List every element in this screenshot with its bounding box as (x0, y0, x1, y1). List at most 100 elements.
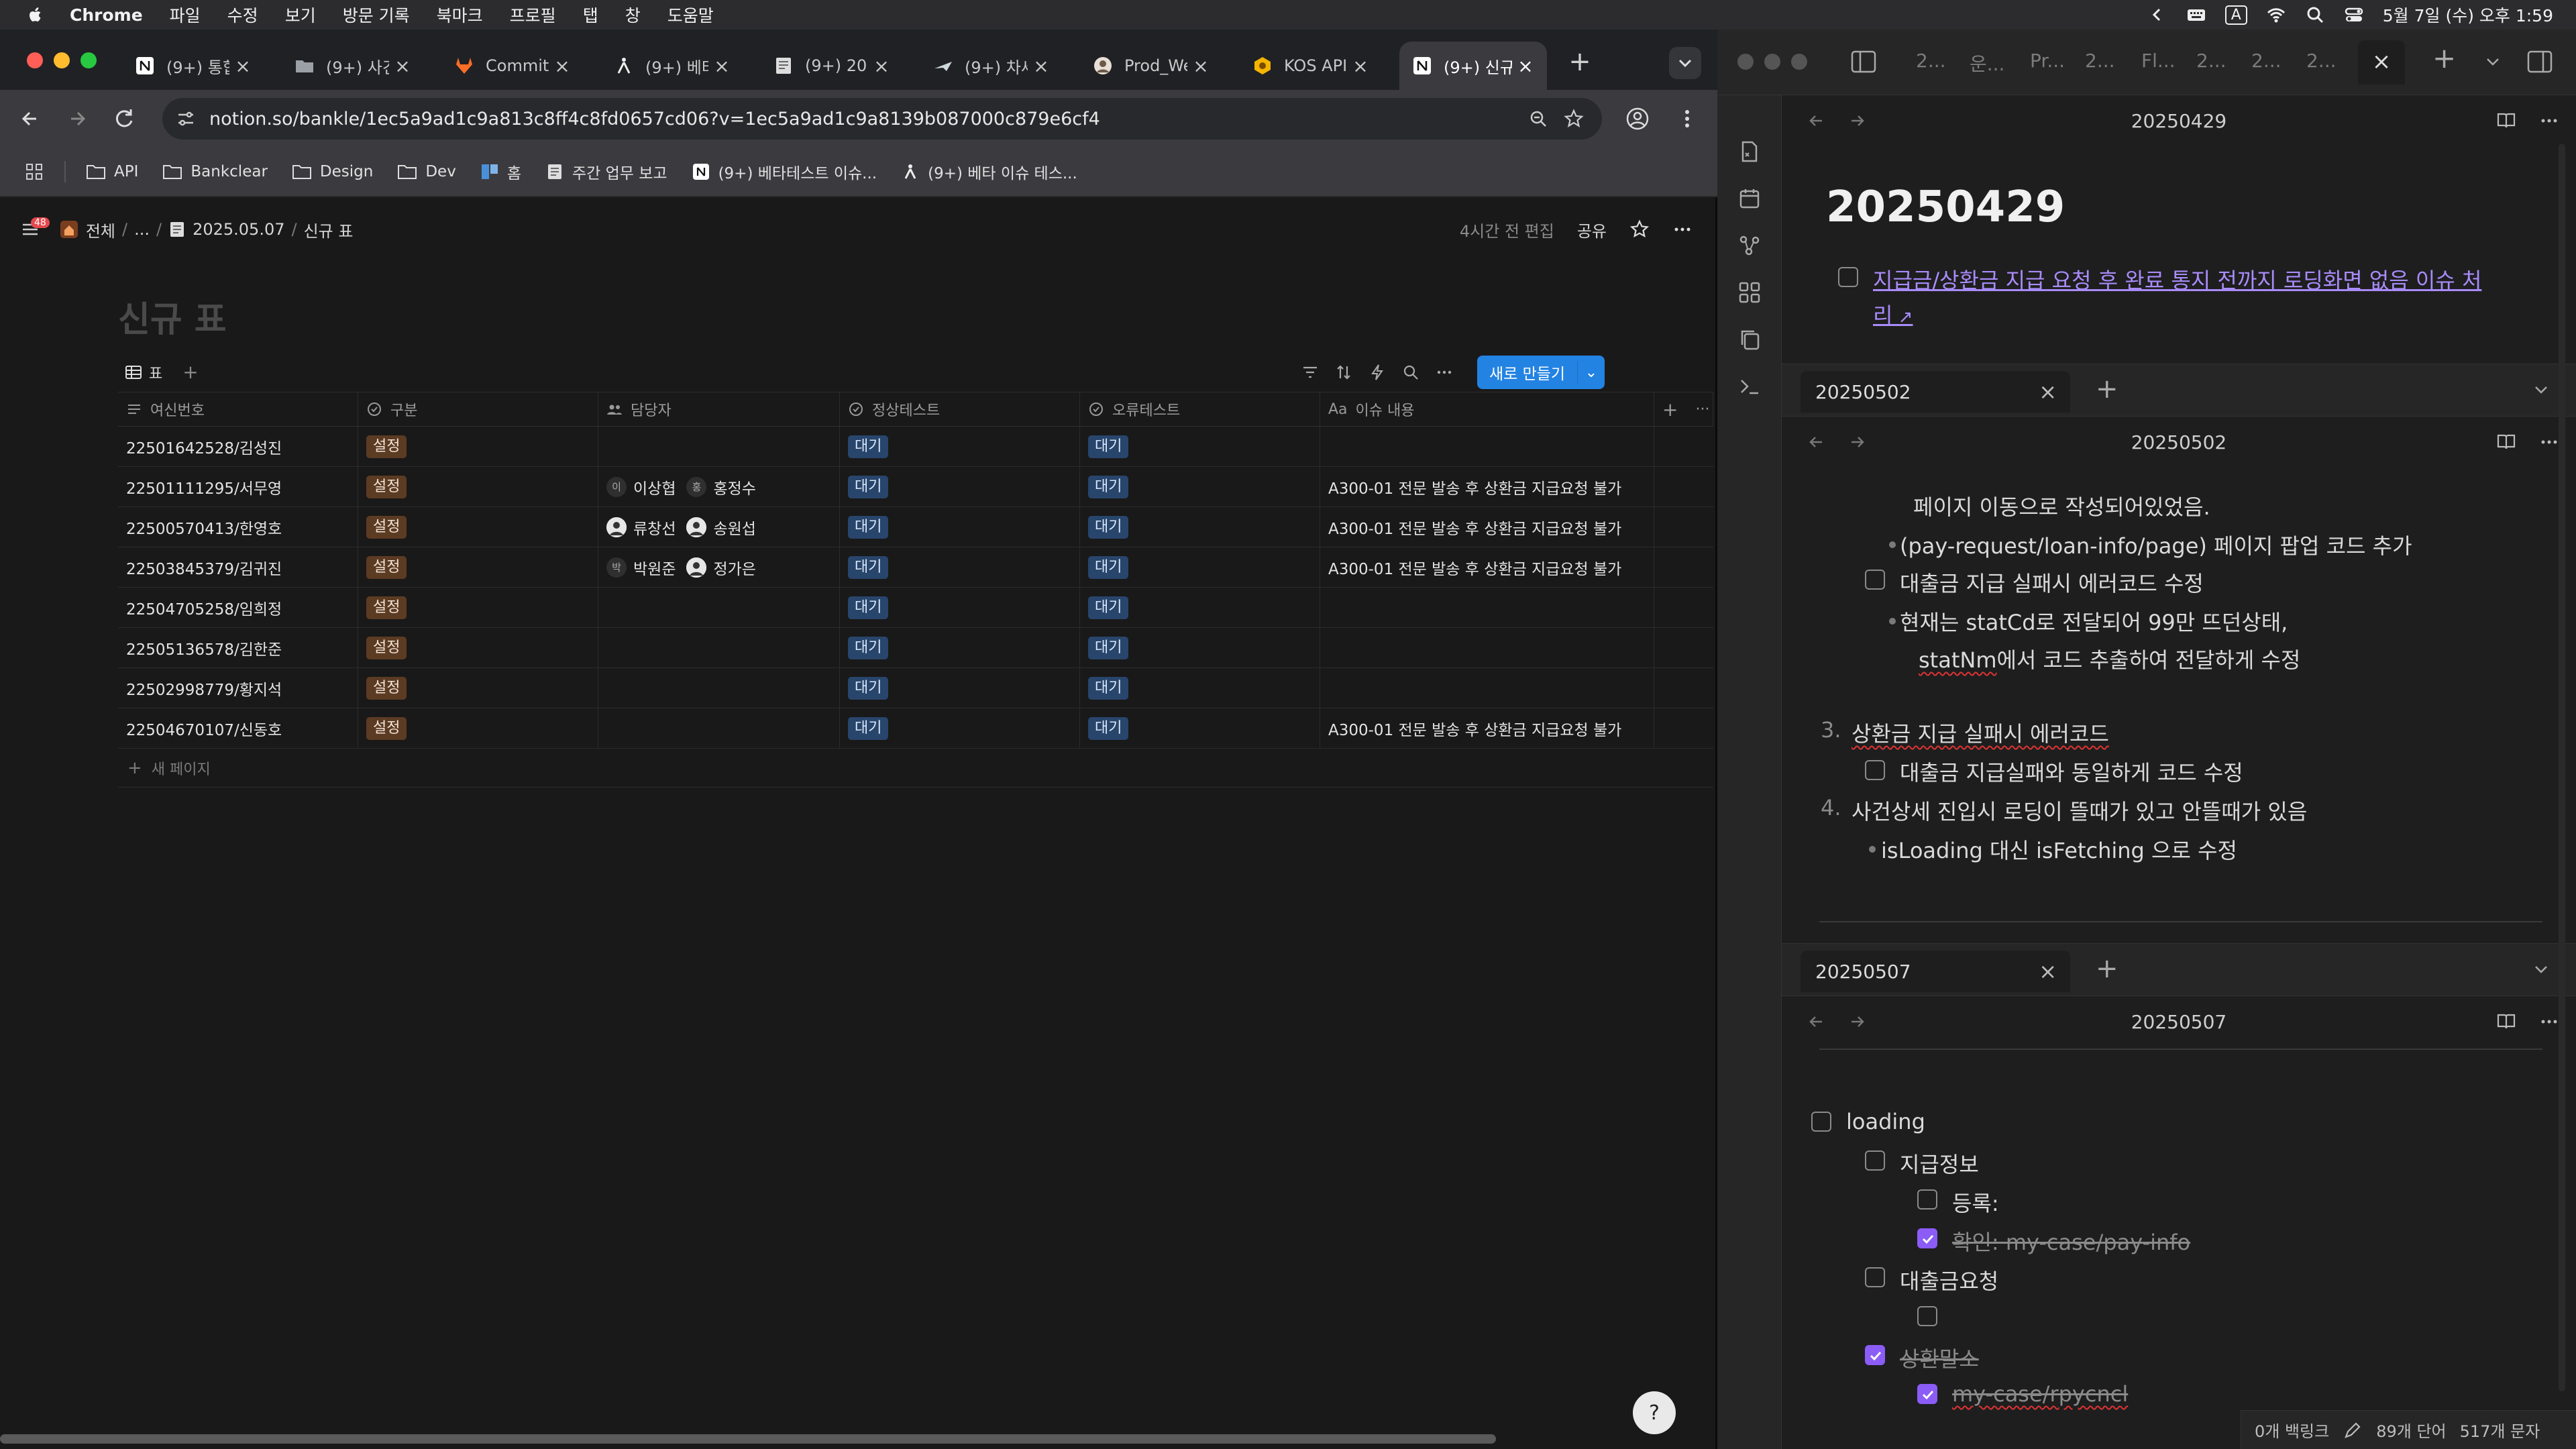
filter-icon[interactable] (1301, 364, 1319, 381)
cell-issue[interactable]: A300-01 전문 발송 후 상환금 지급요청 불가 (1320, 507, 1654, 547)
cell-assignees[interactable] (598, 668, 840, 708)
menu-app-name[interactable]: Chrome (70, 5, 143, 25)
task-checkbox[interactable] (1811, 1112, 1831, 1132)
notes-tab[interactable]: Fl... (2141, 50, 2176, 72)
view-tab-table[interactable]: 표 (149, 362, 162, 383)
close-window-button[interactable] (27, 52, 43, 68)
close-tab-icon[interactable]: × (872, 55, 891, 77)
graph-view-icon[interactable] (1737, 233, 1762, 258)
more-horizontal-icon[interactable] (1672, 219, 1693, 239)
notes-tab[interactable]: 운... (1970, 50, 2004, 76)
calendar-icon[interactable] (1737, 186, 1762, 211)
favorite-star-icon[interactable] (1629, 219, 1650, 239)
task-checkbox-checked[interactable] (1917, 1228, 1937, 1248)
task-link[interactable]: 지급금/상환금 지급 요청 후 완료 통지 전까지 로딩화면 없음 이슈 처 리… (1873, 263, 2481, 335)
cell-loan-id[interactable]: 22503845379/김귀진 (118, 547, 358, 587)
reading-mode-book-icon[interactable] (2496, 1011, 2517, 1032)
menu-history[interactable]: 방문 기록 (343, 3, 410, 27)
cell-assignees[interactable]: 류창선 송원섭 (598, 507, 840, 547)
back-icon[interactable] (16, 105, 44, 133)
cell-issue[interactable] (1320, 668, 1654, 708)
minimize-window-button[interactable] (54, 52, 70, 68)
menu-window[interactable]: 창 (625, 3, 641, 27)
cell-issue[interactable] (1320, 628, 1654, 667)
close-tab-icon[interactable]: × (1032, 55, 1051, 77)
close-window-button[interactable] (1737, 54, 1754, 70)
cell-type[interactable]: 설정 (358, 588, 598, 627)
forward-icon[interactable] (63, 105, 91, 133)
search-icon[interactable] (1402, 364, 1419, 381)
cell-error-test[interactable]: 대기 (1080, 547, 1320, 587)
table-row[interactable]: 22504705258/임희정 설정 대기 대기 (118, 588, 1713, 628)
bookmark-beta-test-issues[interactable]: (9+) 베타테스트 이슈... (692, 160, 877, 183)
sidebar-toggle-icon[interactable] (1850, 50, 1877, 74)
menubar-datetime[interactable]: 5월 7일 (수) 오후 1:59 (2383, 3, 2553, 27)
new-tab-icon[interactable]: + (2096, 953, 2118, 984)
cell-error-test[interactable]: 대기 (1080, 427, 1320, 466)
menu-bookmarks[interactable]: 북마크 (437, 3, 483, 27)
more-horizontal-icon[interactable] (2538, 110, 2560, 131)
cell-type[interactable]: 설정 (358, 427, 598, 466)
backlinks-count[interactable]: 0개 백링크 (2255, 1418, 2329, 1442)
cell-error-test[interactable]: 대기 (1080, 507, 1320, 547)
browser-tab[interactable]: (9+) 차세 × (920, 42, 1063, 90)
profile-icon[interactable] (1623, 105, 1652, 133)
column-header[interactable]: Aa 이슈 내용 (1320, 392, 1654, 426)
menu-file[interactable]: 파일 (170, 3, 201, 27)
cell-loan-id[interactable]: 22502998779/황지석 (118, 668, 358, 708)
close-tab-icon[interactable]: × (2039, 959, 2057, 984)
cell-error-test[interactable]: 대기 (1080, 588, 1320, 627)
cell-type[interactable]: 설정 (358, 507, 598, 547)
cell-issue[interactable]: A300-01 전문 발송 후 상환금 지급요청 불가 (1320, 547, 1654, 587)
breadcrumb-current[interactable]: 신규 표 (304, 218, 354, 241)
task-checkbox[interactable] (1865, 1267, 1885, 1287)
vertical-scrollbar[interactable] (2559, 144, 2565, 1391)
table-row[interactable]: 22503845379/김귀진 설정 박 박원준 정가은 대기 대기 A300-01 전문 발… (118, 547, 1713, 588)
chevron-left-icon[interactable] (2147, 5, 2167, 25)
zoom-icon[interactable] (1528, 109, 1548, 129)
close-tab-icon[interactable]: × (1191, 55, 1210, 77)
cell-assignees[interactable] (598, 588, 840, 627)
cell-error-test[interactable]: 대기 (1080, 467, 1320, 506)
cell-normal-test[interactable]: 대기 (840, 467, 1080, 506)
new-tab-icon[interactable]: + (2432, 42, 2456, 74)
breadcrumb-ellipsis[interactable]: ... (134, 220, 150, 239)
cell-type[interactable]: 설정 (358, 467, 598, 506)
bookmark-beta-issue-test[interactable]: (9+) 베타 이슈 테스... (901, 160, 1077, 183)
cell-normal-test[interactable]: 대기 (840, 668, 1080, 708)
tab-search-button[interactable] (1669, 47, 1701, 79)
file-switcher-icon[interactable] (1737, 140, 1762, 164)
column-header[interactable]: 오류테스트 (1080, 392, 1320, 426)
reload-icon[interactable] (110, 105, 138, 133)
cell-assignees[interactable]: 박 박원준 정가은 (598, 547, 840, 587)
apple-icon[interactable] (25, 5, 46, 25)
bookmark-folder-api[interactable]: API (86, 163, 138, 180)
browser-tab[interactable]: Prod_We × (1080, 42, 1222, 90)
apps-grid-icon[interactable] (24, 162, 44, 182)
cell-normal-test[interactable]: 대기 (840, 507, 1080, 547)
chevron-down-icon[interactable] (2532, 380, 2551, 399)
cell-loan-id[interactable]: 22501642528/김성진 (118, 427, 358, 466)
chevron-down-icon[interactable] (2532, 960, 2551, 979)
right-sidebar-toggle-icon[interactable] (2526, 50, 2553, 74)
close-tab-icon[interactable]: × (712, 55, 731, 77)
cell-type[interactable]: 설정 (358, 708, 598, 748)
more-vert-icon[interactable] (1673, 105, 1701, 133)
cell-normal-test[interactable]: 대기 (840, 588, 1080, 627)
task-checkbox[interactable] (1865, 760, 1885, 780)
task-checkbox[interactable] (1838, 267, 1858, 287)
notes-tab[interactable]: 2... (1916, 50, 1946, 72)
close-tab-icon[interactable]: × (233, 55, 252, 77)
notes-tab[interactable]: 2... (2085, 50, 2115, 72)
breadcrumb-parent-page[interactable]: 2025.05.07 (193, 220, 284, 239)
task-checkbox[interactable] (1865, 570, 1885, 590)
add-new-page-button[interactable]: + 새 페이지 (118, 749, 1713, 788)
cell-error-test[interactable]: 대기 (1080, 668, 1320, 708)
bookmark-home[interactable]: 홈 (480, 160, 521, 183)
bookmark-folder-design[interactable]: Design (292, 163, 373, 180)
close-tab-icon[interactable]: × (1351, 55, 1370, 77)
cell-loan-id[interactable]: 22505136578/김한준 (118, 628, 358, 667)
notes-tab[interactable]: 2... (2251, 50, 2282, 72)
menu-tab[interactable]: 탭 (583, 3, 598, 27)
site-settings-icon[interactable] (176, 109, 196, 129)
